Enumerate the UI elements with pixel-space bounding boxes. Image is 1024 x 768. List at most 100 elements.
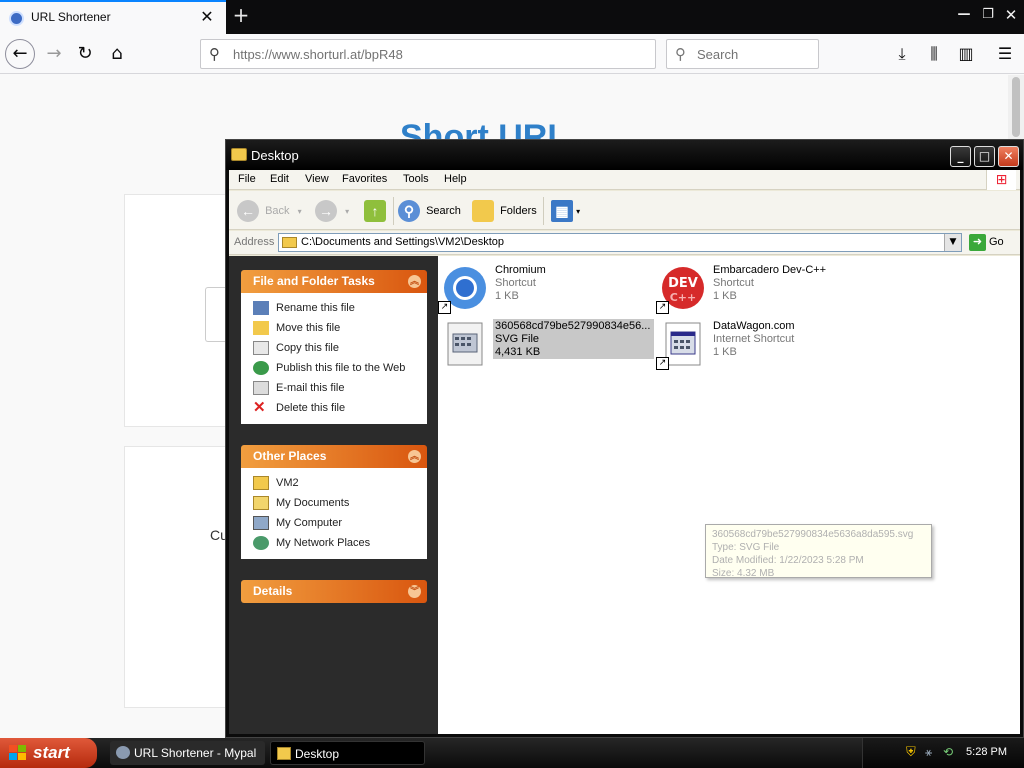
shortcut-arrow-icon: ↗ (656, 357, 669, 370)
expand-icon[interactable]: ︾ (408, 585, 421, 598)
search-button[interactable]: ⚲ Search (398, 199, 461, 223)
scroll-thumb[interactable] (1012, 77, 1020, 137)
tooltip-size: Size: 4.32 MB (712, 568, 775, 579)
browser-close-button[interactable]: ✕ (1000, 4, 1022, 26)
tooltip-filename: 360568cd79be527990834e5636a8da595.svg (712, 529, 914, 540)
shortcut-arrow-icon: ↗ (656, 301, 669, 314)
folders-button[interactable]: Folders (472, 199, 537, 223)
file-item-embarcadero-devcpp[interactable]: DEV C++ ↗ Embarcadero Dev-C++ Shortcut 1… (656, 264, 871, 314)
menu-favorites[interactable]: Favorites (342, 173, 387, 185)
place-my-documents[interactable]: My Documents (253, 493, 427, 513)
file-folder-tasks-panel: File and Folder Tasks ︽ Rename this file… (241, 270, 427, 424)
menu-view[interactable]: View (305, 173, 329, 185)
toolbar-divider (393, 197, 394, 225)
file-type: SVG File (495, 333, 540, 345)
place-my-network-places[interactable]: My Network Places (253, 533, 427, 553)
home-icon[interactable]: ⌂ (103, 40, 131, 68)
back-arrow-icon[interactable]: ← (5, 39, 35, 69)
back-button[interactable]: ← Back ▾ (237, 199, 302, 223)
go-button[interactable]: ➜ Go (969, 233, 1004, 252)
task-label: Delete this file (276, 402, 346, 414)
up-folder-button[interactable]: ↑ (364, 199, 386, 223)
browser-minimize-button[interactable]: — (953, 4, 975, 26)
taskbar-item-label: Desktop (295, 747, 340, 761)
task-copy[interactable]: Copy this file (253, 338, 427, 358)
address-field[interactable]: C:\Documents and Settings\VM2\Desktop ▼ (278, 233, 962, 252)
forward-arrow-icon[interactable]: → (40, 40, 68, 68)
menu-help[interactable]: Help (444, 173, 467, 185)
task-email[interactable]: E-mail this file (253, 378, 427, 398)
url-bar[interactable]: ⚲ https://www.shorturl.at/bpR48 (200, 39, 656, 69)
menu-icon[interactable]: ☰ (993, 42, 1017, 66)
tab-close-icon[interactable]: ✕ (199, 8, 215, 26)
collapse-icon[interactable]: ︽ (408, 275, 421, 288)
menu-tools[interactable]: Tools (403, 173, 429, 185)
go-arrow-icon: ➜ (969, 233, 986, 251)
file-size: 4,431 KB (495, 346, 541, 358)
other-places-header[interactable]: Other Places ︽ (241, 445, 427, 468)
start-button[interactable]: start (0, 738, 97, 768)
sync-icon[interactable]: ⟲ (943, 745, 953, 759)
chevron-down-icon[interactable]: ▼ (944, 234, 961, 251)
collapse-icon[interactable]: ︽ (408, 450, 421, 463)
file-name: 360568cd79be527990834e56... (495, 320, 651, 332)
shortcut-arrow-icon: ↗ (438, 301, 451, 314)
folder-icon (277, 747, 291, 760)
menu-file[interactable]: File (238, 173, 256, 185)
taskbar-item-desktop[interactable]: Desktop (270, 741, 425, 765)
views-button[interactable]: ▦ ▾ (551, 199, 580, 223)
new-tab-button[interactable]: + (229, 4, 253, 28)
mypal-icon (116, 746, 130, 759)
task-rename[interactable]: Rename this file (253, 298, 427, 318)
tasks-list: Rename this file Move this file Copy thi… (241, 293, 427, 424)
file-type: Internet Shortcut (713, 333, 795, 345)
tooltip-date: Date Modified: 1/22/2023 5:28 PM (712, 555, 864, 566)
reload-icon[interactable]: ↻ (71, 40, 99, 68)
folder-icon (253, 476, 269, 490)
security-shield-icon[interactable]: ⛨ (906, 745, 916, 760)
browser-tab-url-shortener[interactable]: URL Shortener ✕ (0, 0, 226, 34)
search-input[interactable]: ⚲ Search (666, 39, 819, 69)
file-item-datawagon[interactable]: ↗ DataWagon.com Internet Shortcut 1 KB (656, 320, 871, 370)
task-move[interactable]: Move this file (253, 318, 427, 338)
explorer-client: File Edit View Favorites Tools Help ⊞ ← … (229, 170, 1020, 734)
windows-flag-icon (9, 745, 26, 760)
task-label: Move this file (276, 322, 341, 334)
file-folder-tasks-header[interactable]: File and Folder Tasks ︽ (241, 270, 427, 293)
file-item-svg[interactable]: 360568cd79be527990834e56... SVG File 4,4… (438, 319, 654, 370)
window-title: Desktop (251, 148, 299, 163)
back-label: Back (265, 205, 290, 217)
browser-restore-button[interactable]: ❐ (977, 4, 999, 26)
task-label: Publish this file to the Web (276, 362, 406, 374)
task-delete[interactable]: ✕ Delete this file (253, 398, 427, 418)
file-item-chromium[interactable]: ↗ Chromium Shortcut 1 KB (438, 264, 653, 314)
address-path[interactable]: C:\Documents and Settings\VM2\Desktop (301, 236, 504, 248)
explorer-titlebar[interactable]: Desktop _ □ ✕ (226, 140, 1023, 170)
svg-text:DEV: DEV (668, 276, 698, 291)
details-panel: Details ︾ (241, 580, 427, 603)
maximize-button[interactable]: □ (974, 146, 995, 167)
url-text[interactable]: https://www.shorturl.at/bpR48 (233, 47, 403, 62)
sidebar-icon[interactable]: ▥ (954, 42, 978, 66)
other-places-panel: Other Places ︽ VM2 My Documents My Compu… (241, 445, 427, 559)
details-header[interactable]: Details ︾ (241, 580, 427, 603)
close-button[interactable]: ✕ (998, 146, 1019, 167)
file-name: DataWagon.com (713, 320, 795, 332)
place-my-computer[interactable]: My Computer (253, 513, 427, 533)
svg-file-icon (447, 322, 483, 366)
explorer-toolbar: ← Back ▾ → ▾ ↑ ⚲ Search Folders ▦ ▾ (229, 191, 1020, 230)
back-arrow-icon: ← (237, 200, 259, 223)
address-label: Address (234, 236, 275, 248)
taskbar-item-url-shortener[interactable]: URL Shortener - Mypal (110, 741, 265, 765)
network-icon[interactable]: ⚹ (925, 745, 932, 760)
place-vm2[interactable]: VM2 (253, 473, 427, 493)
place-label: My Network Places (276, 537, 371, 549)
forward-button[interactable]: → ▾ (315, 199, 349, 223)
task-publish[interactable]: Publish this file to the Web (253, 358, 427, 378)
file-size: 1 KB (713, 346, 737, 358)
downloads-icon[interactable]: ⤓ (890, 42, 914, 66)
clock: 5:28 PM (966, 746, 1007, 758)
menu-edit[interactable]: Edit (270, 173, 289, 185)
minimize-button[interactable]: _ (950, 146, 971, 167)
library-icon[interactable]: ⫼ (922, 42, 946, 66)
